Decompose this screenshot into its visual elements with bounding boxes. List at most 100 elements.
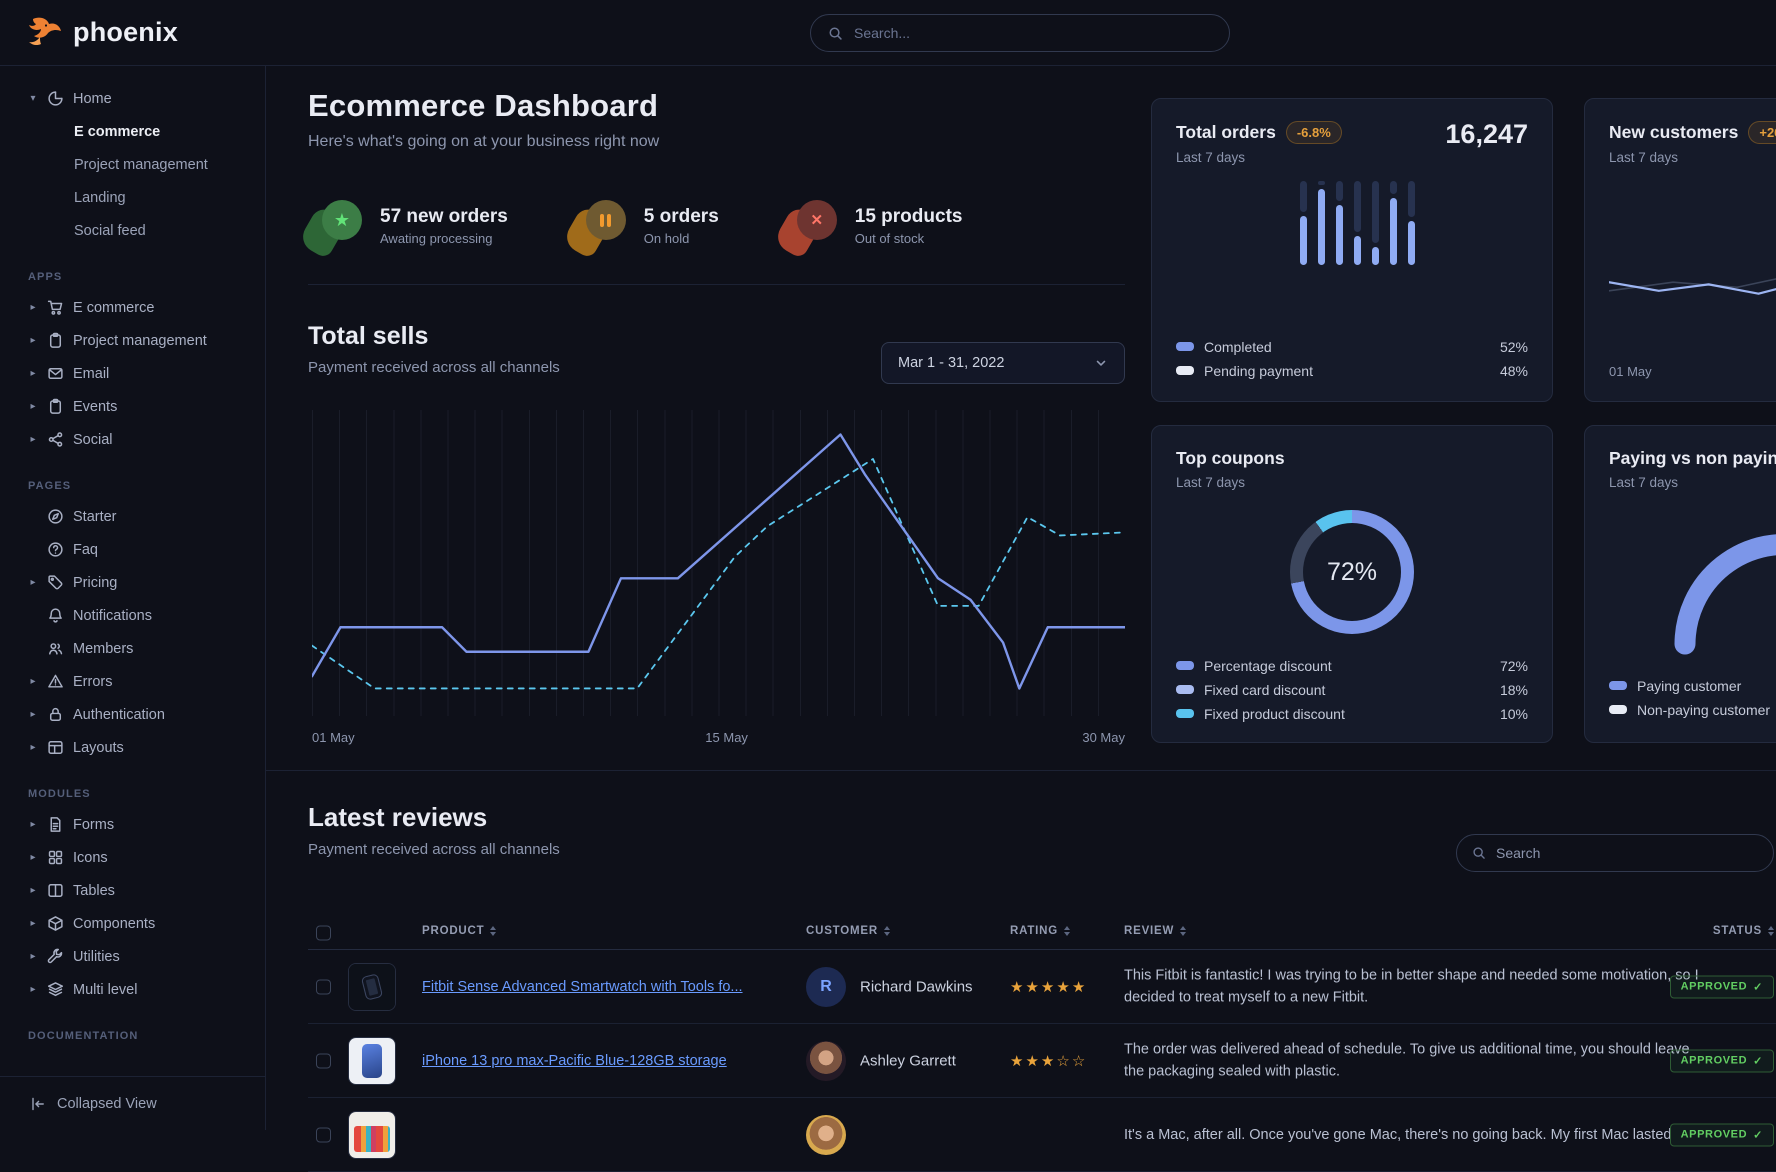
sidebar-item-layouts[interactable]: ▸ Layouts (0, 731, 265, 764)
order-bar (1300, 181, 1307, 265)
stats-row: ★ 57 new orders Awating processing 5 ord… (306, 198, 962, 254)
caret-down-icon[interactable]: ▾ (28, 93, 38, 104)
table-row: It's a Mac, after all. Once you've gone … (308, 1098, 1776, 1172)
change-badge: +26.5% (1748, 121, 1776, 144)
legend-item: Paying customer (1609, 677, 1776, 694)
latest-reviews-header: Latest reviews Payment received across a… (308, 802, 560, 858)
caret-right-icon: ▸ (28, 709, 38, 720)
total-sells-header: Total sells Payment received across all … (308, 322, 560, 376)
search-icon (828, 26, 843, 41)
wrench-icon (47, 948, 64, 965)
status-badge: APPROVED ✓ (1670, 1123, 1774, 1146)
row-checkbox[interactable] (316, 979, 331, 994)
sidebar-item-icons[interactable]: ▸ Icons (0, 841, 265, 874)
card-title: New customers (1609, 122, 1738, 143)
global-search-input[interactable] (854, 25, 1212, 41)
card-title: Top coupons (1176, 448, 1285, 469)
warning-triangle-icon (47, 673, 64, 690)
sidebar-item-tables[interactable]: ▸ Tables (0, 874, 265, 907)
product-link[interactable]: Fitbit Sense Advanced Smartwatch with To… (422, 979, 743, 995)
compass-icon (47, 508, 64, 525)
sidebar-item-e-commerce[interactable]: ▸ E commerce (0, 291, 265, 324)
column-header-customer[interactable]: CUSTOMER (806, 925, 890, 937)
orders-bar-chart (1300, 181, 1415, 265)
legend-swatch (1176, 709, 1194, 718)
donut-center-value: 72% (1290, 510, 1414, 634)
sidebar-item-members[interactable]: ▸ Members (0, 632, 265, 665)
sidebar-subitem-e-commerce[interactable]: E commerce (0, 115, 265, 148)
row-checkbox[interactable] (316, 1053, 331, 1068)
collapsed-view-toggle[interactable]: Collapsed View (0, 1076, 265, 1130)
sidebar-item-events[interactable]: ▸ Events (0, 390, 265, 423)
review-text: This Fitbit is fantastic! I was trying t… (1124, 964, 1704, 1009)
sidebar-item-components[interactable]: ▸ Components (0, 907, 265, 940)
sidebar-item-notifications[interactable]: ▸ Notifications (0, 599, 265, 632)
sidebar-item-project-management[interactable]: ▸ Project management (0, 324, 265, 357)
sidebar-item-authentication[interactable]: ▸ Authentication (0, 698, 265, 731)
search-icon (1472, 846, 1486, 860)
customer-avatar[interactable]: R (806, 967, 846, 1007)
column-header-review[interactable]: REVIEW (1124, 925, 1186, 937)
paying-legend: Paying customer Non-paying customer (1609, 677, 1776, 718)
date-range-select[interactable]: Mar 1 - 31, 2022 (881, 342, 1125, 384)
legend-value: 52% (1500, 339, 1528, 355)
global-search[interactable] (810, 14, 1230, 52)
caret-right-icon: ▸ (28, 951, 38, 962)
reviews-search-input[interactable] (1496, 845, 1758, 861)
reviews-search[interactable] (1456, 834, 1774, 872)
legend-swatch (1176, 685, 1194, 694)
sidebar-subitem-project-management[interactable]: Project management (0, 148, 265, 181)
legend-label: Paying customer (1637, 678, 1776, 694)
select-all-checkbox[interactable] (316, 925, 331, 940)
legend-swatch (1609, 681, 1627, 690)
card-title: Paying vs non paying (1609, 448, 1776, 469)
sidebar-item-faq[interactable]: ▸ Faq (0, 533, 265, 566)
order-bar (1354, 181, 1361, 265)
sidebar-item-home[interactable]: ▾ Home (0, 82, 265, 115)
sidebar-item-pricing[interactable]: ▸ Pricing (0, 566, 265, 599)
customer-avatar[interactable] (806, 1041, 846, 1081)
pause-icon (586, 200, 626, 240)
page-header: Ecommerce Dashboard Here's what's going … (308, 88, 659, 151)
sidebar-subitem-landing[interactable]: Landing (0, 181, 265, 214)
sidebar-item-errors[interactable]: ▸ Errors (0, 665, 265, 698)
users-icon (47, 640, 64, 657)
stat-caption: Awating processing (380, 231, 508, 246)
table-header: PRODUCT CUSTOMER RATING REVIEW STATUS (308, 913, 1776, 950)
column-header-status[interactable]: STATUS (1713, 925, 1774, 937)
legend-item: Non-paying customer (1609, 701, 1776, 718)
sidebar-item-utilities[interactable]: ▸ Utilities (0, 940, 265, 973)
card-period: Last 7 days (1609, 150, 1776, 165)
customer-avatar[interactable] (806, 1115, 846, 1155)
sort-icon (1064, 926, 1070, 936)
product-link[interactable]: iPhone 13 pro max-Pacific Blue-128GB sto… (422, 1053, 727, 1069)
table-row: Fitbit Sense Advanced Smartwatch with To… (308, 950, 1776, 1024)
x-icon: ✕ (797, 200, 837, 240)
sidebar-item-starter[interactable]: ▸ Starter (0, 500, 265, 533)
column-header-rating[interactable]: RATING (1010, 925, 1070, 937)
sidebar-section-label: PAGES (0, 480, 265, 492)
sidebar-section-label: APPS (0, 271, 265, 283)
legend-item: Pending payment 48% (1176, 362, 1528, 379)
review-text: The order was delivered ahead of schedul… (1124, 1038, 1704, 1083)
top-navbar: phoenix (0, 0, 1776, 66)
cube-icon (47, 915, 64, 932)
layout-icon (47, 739, 64, 756)
x-tick: 01 May (1609, 364, 1652, 379)
order-bar (1390, 181, 1397, 265)
sidebar-item-multi-level[interactable]: ▸ Multi level (0, 973, 265, 1006)
column-header-product[interactable]: PRODUCT (422, 925, 496, 937)
envelope-icon (47, 365, 64, 382)
product-thumbnail[interactable] (348, 1037, 396, 1085)
product-thumbnail[interactable] (348, 963, 396, 1011)
sidebar-item-forms[interactable]: ▸ Forms (0, 808, 265, 841)
bell-icon (47, 607, 64, 624)
status-badge: APPROVED ✓ (1670, 1049, 1774, 1072)
sidebar-item-email[interactable]: ▸ Email (0, 357, 265, 390)
product-thumbnail[interactable] (348, 1111, 396, 1159)
row-checkbox[interactable] (316, 1127, 331, 1142)
sidebar-subitem-social-feed[interactable]: Social feed (0, 214, 265, 247)
phoenix-logo[interactable]: phoenix (26, 17, 178, 49)
sidebar-item-social[interactable]: ▸ Social (0, 423, 265, 456)
tag-icon (47, 574, 64, 591)
